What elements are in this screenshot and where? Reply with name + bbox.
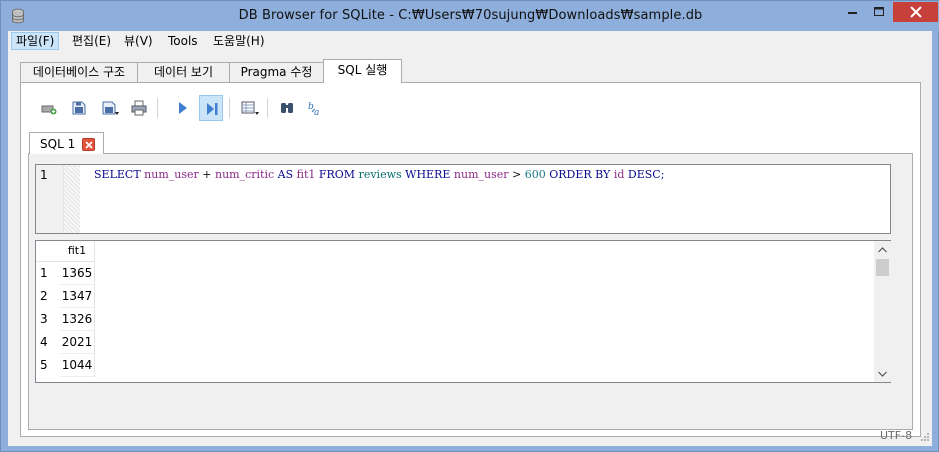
toolbar-separator [229,98,230,118]
toolbar-separator [157,98,158,118]
print-icon [131,100,147,116]
find-replace-icon: b a [308,102,319,116]
sql-tab-label: SQL 1 [40,137,76,151]
find-icon [281,103,293,113]
column-header-fit1[interactable]: fit1 [60,241,95,262]
find-button[interactable] [275,95,299,121]
table-cell[interactable]: 1347 [60,285,95,308]
print-button[interactable] [127,95,151,121]
client-area: 파일(F) 편집(E) 뷰(V) Tools 도움말(H) 데이터베이스 구조 … [8,31,932,446]
sql-token: ORDER [549,168,592,181]
toolbar-separator [267,98,268,118]
execute-all-button[interactable] [171,95,195,121]
sql-token: > [508,168,525,181]
tab-edit-pragmas[interactable]: Pragma 수정 [229,62,324,82]
close-icon [909,6,922,18]
minimize-icon [847,12,857,14]
grid-corner [36,241,60,262]
sql-token: AS [277,168,294,181]
tab-execute-sql[interactable]: SQL 실행 [323,59,402,83]
row-header[interactable]: 4 [36,331,60,354]
vertical-scrollbar[interactable] [874,241,891,382]
menu-file[interactable]: 파일(F) [11,32,60,50]
sql-token: num_user [453,168,509,181]
minimize-button[interactable] [839,2,866,22]
sql-token: id [613,168,625,181]
sql-editor[interactable]: 1 SELECT num_user + num_critic AS fit1 F… [35,164,891,234]
close-tab-button[interactable] [82,138,95,151]
sql-token: num_user [144,168,199,181]
tab-sql-1[interactable]: SQL 1 [29,132,104,154]
execute-current-line-icon [207,103,218,115]
execute-current-line-button[interactable] [199,95,223,121]
table-cell[interactable]: 1365 [60,262,95,285]
execute-sql-panel: b a SQL 1 1 SELECT num_user + num_critic… [20,82,921,437]
execute-all-icon [179,102,187,114]
menu-help[interactable]: 도움말(H) [209,32,269,50]
sql-token: fit1 [296,168,316,181]
sql-token: reviews [358,168,402,181]
status-bar: UTF-8 [8,426,932,446]
save-sql-file-icon [102,101,119,115]
line-number: 1 [40,168,48,182]
sql-token: WHERE [405,168,451,181]
row-header[interactable]: 5 [36,354,60,377]
tab-database-structure[interactable]: 데이터베이스 구조 [20,62,138,82]
menu-edit[interactable]: 편집(E) [68,32,115,50]
sql-token: DESC; [627,168,665,181]
title-bar[interactable]: DB Browser for SQLite - C:₩Users₩70sujun… [1,1,939,31]
table-cell[interactable]: 1326 [60,308,95,331]
scrollbar-thumb[interactable] [876,259,889,276]
app-window: DB Browser for SQLite - C:₩Users₩70sujun… [0,0,939,452]
close-button[interactable] [893,2,938,22]
save-results-button[interactable] [237,95,261,121]
menu-tools[interactable]: Tools [164,32,202,50]
sql-token: BY [595,168,611,181]
resize-grip-icon[interactable] [918,432,930,444]
row-header[interactable]: 1 [36,262,60,285]
fold-margin [64,165,80,233]
sql-token: num_critic [214,168,275,181]
save-results-icon [241,101,259,115]
results-grid: fit1 1 1365 2 1347 3 1326 4 2021 5 1044 [35,240,891,383]
menu-view[interactable]: 뷰(V) [120,32,157,50]
sql-token: + [198,168,215,181]
table-cell[interactable]: 1044 [60,354,95,377]
save-sql-file-button[interactable] [97,95,121,121]
sql-tab-content: 1 SELECT num_user + num_critic AS fit1 F… [28,153,913,430]
open-tab-icon [41,105,57,115]
sql-token: SELECT [94,168,141,181]
sql-token: 600 [524,168,546,181]
maximize-button[interactable] [866,2,892,22]
tab-browse-data[interactable]: 데이터 보기 [137,62,230,82]
maximize-icon [874,7,884,16]
close-icon [85,141,93,149]
sql-token: FROM [318,168,356,181]
row-header[interactable]: 2 [36,285,60,308]
window-title: DB Browser for SQLite - C:₩Users₩70sujun… [238,8,703,23]
sql-code-line: SELECT num_user + num_critic AS fit1 FRO… [94,168,664,181]
scroll-down-icon[interactable] [878,371,887,377]
open-sql-file-button[interactable] [67,95,91,121]
line-number-gutter: 1 [36,165,64,233]
find-replace-button[interactable]: b a [303,95,327,121]
scroll-up-icon[interactable] [878,247,887,253]
row-header[interactable]: 3 [36,308,60,331]
menu-bar: 파일(F) 편집(E) 뷰(V) Tools 도움말(H) [8,31,932,51]
table-cell[interactable]: 2021 [60,331,95,354]
encoding-label: UTF-8 [880,429,913,442]
open-sql-file-icon [72,101,86,115]
open-tab-button[interactable] [37,95,61,121]
